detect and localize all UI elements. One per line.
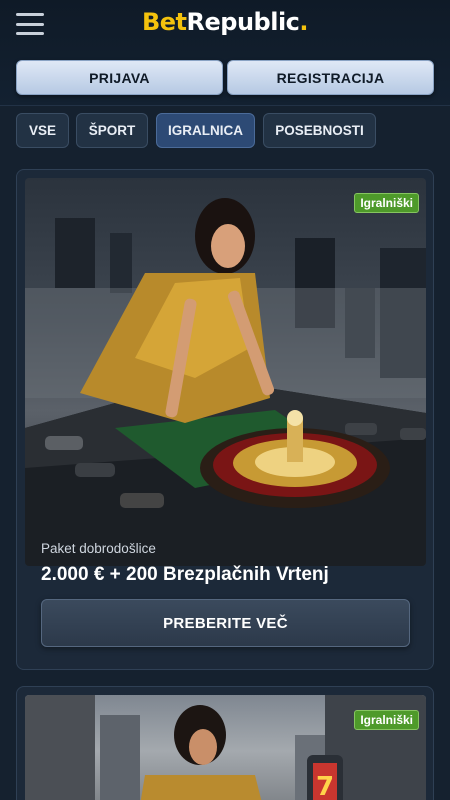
logo-part-bet: Bet: [141, 8, 187, 36]
svg-text:7: 7: [316, 772, 334, 800]
promo-card: Igralniški Paket dobrodošlice 2.000 € + …: [16, 169, 434, 670]
logo-dot: .: [299, 8, 309, 36]
read-more-button[interactable]: PREBERITE VEČ: [41, 599, 410, 647]
tab-posebnosti[interactable]: POSEBNOSTI: [263, 113, 376, 148]
login-button[interactable]: PRIJAVA: [16, 60, 223, 95]
site-header: BetRepublic. PRIJAVA REGISTRACIJA: [0, 0, 450, 106]
promo-title: 2.000 € + 200 Brezplačnih Vrtenj: [41, 564, 329, 585]
category-badge: Igralniški: [354, 710, 419, 730]
tab-igralnica[interactable]: IGRALNICA: [156, 113, 255, 148]
logo-part-republic: Republic: [186, 8, 300, 36]
promo-card: 7 Igralniški: [16, 686, 434, 800]
promo-image: 7 Igralniški: [25, 695, 426, 800]
casino-rooftop-illustration: [25, 198, 426, 566]
category-badge: Igralniški: [354, 193, 419, 213]
brand-logo[interactable]: BetRepublic.: [0, 8, 450, 36]
register-button[interactable]: REGISTRACIJA: [227, 60, 434, 95]
tab-vse[interactable]: VSE: [16, 113, 69, 148]
tab-sport[interactable]: ŠPORT: [76, 113, 148, 148]
promo-image: Igralniški: [25, 178, 426, 566]
promo-subtitle: Paket dobrodošlice: [41, 541, 156, 556]
